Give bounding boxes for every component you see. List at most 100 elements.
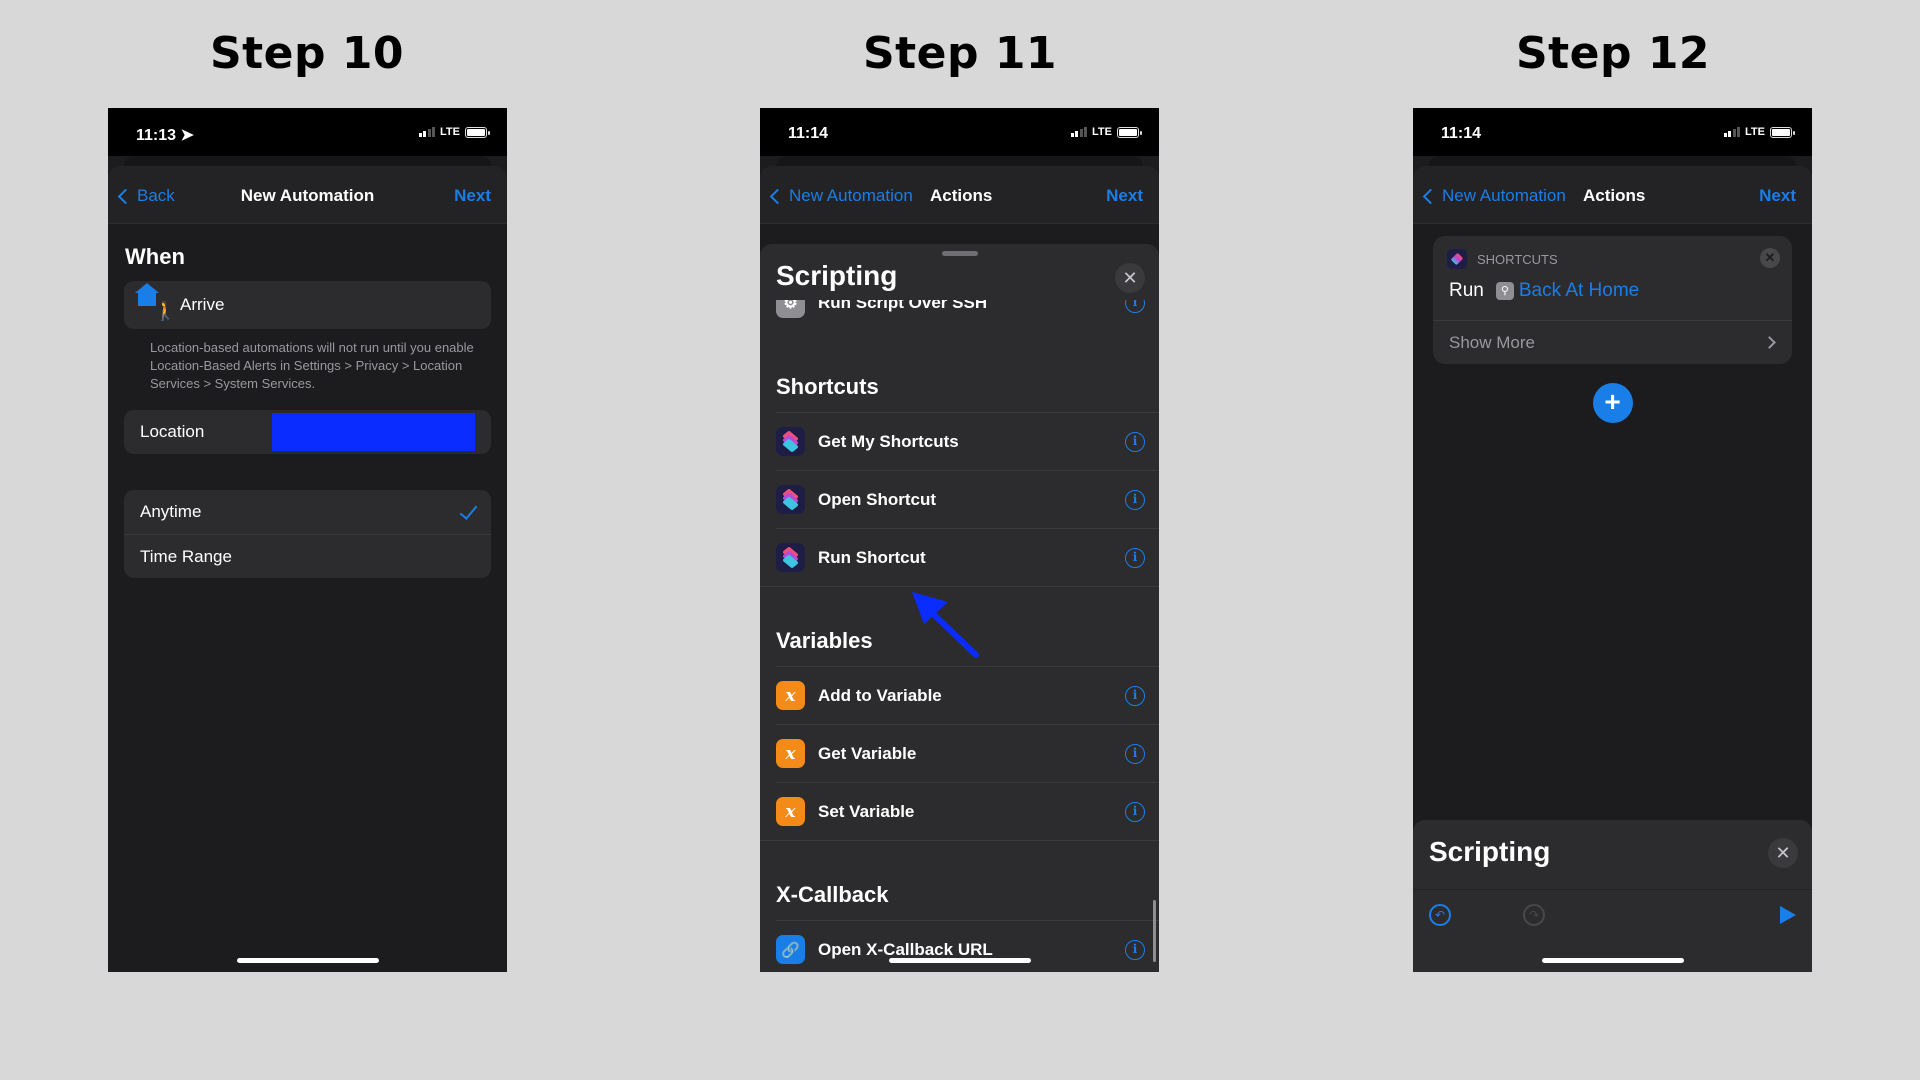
action-open-shortcut[interactable]: Open Shortcut i bbox=[776, 470, 1159, 528]
signal-icon bbox=[1723, 127, 1741, 137]
action-run-script-over-ssh[interactable]: ⚙ Run Script Over SSH i bbox=[776, 300, 1159, 332]
status-time: 11:14 bbox=[788, 125, 829, 142]
undo-icon[interactable]: ↶ bbox=[1429, 904, 1451, 926]
sheet-grabber[interactable] bbox=[941, 251, 978, 256]
action-get-variable[interactable]: x Get Variable i bbox=[776, 724, 1159, 782]
info-icon[interactable]: i bbox=[1125, 801, 1145, 822]
step-10-title: Step 10 bbox=[209, 28, 405, 79]
shortcuts-icon bbox=[776, 485, 805, 514]
variable-icon: x bbox=[776, 739, 805, 768]
run-shortcut-action-card[interactable]: SHORTCUTS ✕ Run ⚲ Back At Home Show More bbox=[1433, 236, 1792, 364]
plus-icon: + bbox=[1604, 386, 1621, 417]
trigger-row-arrive[interactable]: 🚶 Arrive bbox=[124, 281, 491, 329]
shortcut-parameter-token[interactable]: ⚲ Back At Home bbox=[1495, 280, 1639, 302]
phone-step-11: 11:14 LTE New Automation Actions Next Sc… bbox=[760, 108, 1159, 972]
battery-icon bbox=[1770, 126, 1795, 138]
play-icon[interactable] bbox=[1780, 906, 1796, 924]
time-option-anytime[interactable]: Anytime bbox=[124, 490, 491, 534]
section-title-when: When bbox=[125, 244, 185, 269]
nav-bar: New Automation Actions Next bbox=[760, 166, 1159, 224]
phone-step-10: 11:13 ➤ LTE Back New Automation Next Whe… bbox=[108, 108, 507, 972]
status-bar: 11:13 ➤ LTE bbox=[108, 108, 507, 156]
action-open-x-callback-url[interactable]: 🔗 Open X-Callback URL i bbox=[776, 920, 1159, 972]
show-more-button[interactable]: Show More bbox=[1433, 320, 1792, 364]
section-header-x-callback: X-Callback bbox=[760, 840, 1159, 920]
action-app-label: SHORTCUTS bbox=[1477, 251, 1558, 267]
info-icon[interactable]: i bbox=[1125, 431, 1145, 452]
close-sheet-button[interactable]: ✕ bbox=[1768, 838, 1798, 868]
action-verb: Run bbox=[1449, 280, 1484, 301]
back-button[interactable]: New Automation bbox=[1421, 186, 1566, 206]
action-add-to-variable[interactable]: x Add to Variable i bbox=[776, 666, 1159, 724]
close-icon: ✕ bbox=[1775, 843, 1791, 863]
trigger-group: 🚶 Arrive bbox=[124, 281, 491, 329]
close-icon: ✕ bbox=[1122, 268, 1138, 288]
action-set-variable[interactable]: x Set Variable i bbox=[776, 782, 1159, 840]
chevron-left-icon bbox=[769, 188, 786, 204]
location-group: Location bbox=[124, 410, 491, 454]
shortcuts-icon bbox=[1447, 249, 1467, 269]
actions-list: ⚙ Run Script Over SSH i Shortcuts Get My… bbox=[760, 300, 1159, 972]
home-indicator bbox=[888, 958, 1031, 963]
info-icon[interactable]: i bbox=[1125, 547, 1145, 568]
status-time: 11:14 bbox=[1441, 125, 1482, 142]
time-options-group: Anytime Time Range bbox=[124, 490, 491, 578]
actions-sheet: Scripting ✕ ⚙ Run Script Over SSH i Shor… bbox=[760, 244, 1159, 972]
close-icon: ✕ bbox=[1764, 250, 1776, 265]
network-label: LTE bbox=[440, 126, 460, 138]
arrive-location-icon: 🚶 bbox=[135, 283, 176, 322]
shortcut-glyph-icon: ⚲ bbox=[1495, 282, 1514, 300]
step-11-title: Step 11 bbox=[862, 28, 1058, 79]
action-run-shortcut[interactable]: Run Shortcut i bbox=[776, 528, 1159, 586]
info-icon[interactable]: i bbox=[1125, 685, 1145, 706]
nav-bar: New Automation Actions Next bbox=[1413, 166, 1812, 224]
gear-terminal-icon: ⚙ bbox=[776, 300, 805, 318]
shortcuts-icon bbox=[776, 427, 805, 456]
action-get-my-shortcuts[interactable]: Get My Shortcuts i bbox=[776, 412, 1159, 470]
back-button[interactable]: New Automation bbox=[768, 186, 913, 206]
network-label: LTE bbox=[1092, 126, 1112, 138]
info-icon[interactable]: i bbox=[1125, 939, 1145, 960]
location-arrow-icon: ➤ bbox=[180, 127, 194, 144]
home-indicator bbox=[236, 958, 379, 963]
chevron-right-icon bbox=[1763, 336, 1776, 349]
battery-icon bbox=[1117, 126, 1142, 138]
nav-title: Actions bbox=[1583, 186, 1646, 205]
shortcuts-icon bbox=[776, 543, 805, 572]
info-icon[interactable]: i bbox=[1125, 489, 1145, 510]
close-sheet-button[interactable]: ✕ bbox=[1115, 263, 1145, 293]
battery-icon bbox=[465, 126, 490, 138]
nav-title: New Automation bbox=[240, 186, 375, 205]
next-button[interactable]: Next bbox=[1106, 186, 1143, 206]
variable-icon: x bbox=[776, 681, 805, 710]
add-action-button[interactable]: + bbox=[1592, 383, 1633, 423]
link-icon: 🔗 bbox=[776, 935, 805, 964]
bottom-sheet-title: Scripting bbox=[1429, 836, 1551, 867]
status-time: 11:13 ➤ bbox=[136, 127, 194, 144]
location-note: Location-based automations will not run … bbox=[150, 340, 474, 391]
scripting-bottom-sheet[interactable]: Scripting ✕ ↶ ↷ bbox=[1413, 820, 1812, 972]
redo-icon[interactable]: ↷ bbox=[1523, 904, 1545, 926]
section-header-shortcuts: Shortcuts bbox=[776, 374, 879, 399]
remove-action-button[interactable]: ✕ bbox=[1760, 248, 1780, 268]
signal-icon bbox=[1070, 127, 1088, 137]
info-icon[interactable]: i bbox=[1125, 300, 1145, 313]
signal-icon bbox=[418, 127, 436, 137]
next-button[interactable]: Next bbox=[454, 186, 491, 206]
scrollbar[interactable] bbox=[1153, 900, 1156, 962]
nav-bar: Back New Automation Next bbox=[108, 166, 507, 224]
location-value-redacted bbox=[272, 413, 475, 451]
status-bar: 11:14 LTE bbox=[760, 108, 1159, 156]
location-row[interactable]: Location bbox=[124, 410, 491, 454]
next-button[interactable]: Next bbox=[1759, 186, 1796, 206]
home-indicator bbox=[1541, 958, 1684, 963]
info-icon[interactable]: i bbox=[1125, 743, 1145, 764]
step-12-title: Step 12 bbox=[1515, 28, 1711, 79]
section-header-variables: Variables bbox=[760, 586, 1159, 666]
sheet-title: Scripting bbox=[776, 260, 898, 291]
checkmark-icon bbox=[459, 501, 478, 520]
status-bar: 11:14 LTE bbox=[1413, 108, 1812, 156]
nav-title: Actions bbox=[930, 186, 993, 205]
network-label: LTE bbox=[1745, 126, 1765, 138]
time-option-time-range[interactable]: Time Range bbox=[124, 534, 491, 578]
